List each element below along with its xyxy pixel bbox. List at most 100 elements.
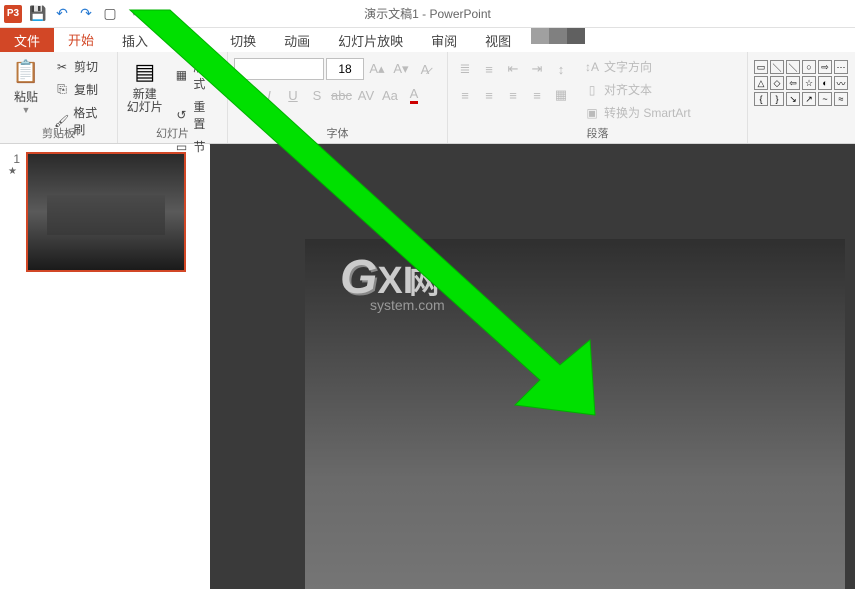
group-slides: ▤ 新建 幻灯片 ▦版式 ↺重置 ▭节▾ 幻灯片	[118, 52, 228, 143]
slide-thumbnails-panel[interactable]: 1 ★	[0, 144, 210, 589]
slide-canvas[interactable]	[305, 239, 845, 589]
smartart-label: 转换为 SmartArt	[604, 104, 691, 121]
shape-callout[interactable]: ◐	[818, 76, 832, 90]
shadow-button[interactable]: S	[306, 84, 328, 106]
smartart-button[interactable]: ▣转换为 SmartArt	[580, 102, 695, 123]
increase-indent-button[interactable]: ⇥	[526, 58, 548, 80]
align-text-icon: ▯	[584, 82, 600, 98]
line-spacing-button[interactable]: ↕	[550, 58, 572, 80]
justify-button[interactable]: ≡	[526, 84, 548, 106]
color-theme-swatches[interactable]	[531, 28, 585, 52]
shape-more[interactable]: ⋯	[834, 60, 848, 74]
tab-slideshow[interactable]: 幻灯片放映	[324, 28, 417, 52]
animation-star-icon: ★	[8, 166, 20, 177]
layout-button[interactable]: ▦版式	[170, 56, 221, 94]
bullets-button[interactable]: ≣	[454, 58, 476, 80]
shape-wave[interactable]: ~	[818, 92, 832, 106]
group-font: A▴ A▾ A̷ B I U S abc AV Aa A 字体	[228, 52, 448, 143]
change-case-button[interactable]: Aa	[379, 84, 401, 106]
group-clipboard-label: 剪贴板	[0, 125, 117, 141]
tab-file[interactable]: 文件	[0, 28, 54, 52]
tab-transition[interactable]: 切换	[216, 28, 270, 52]
clear-format-button[interactable]: A̷	[414, 58, 436, 80]
swatch-1[interactable]	[531, 28, 549, 44]
shape-line2[interactable]: ＼	[786, 60, 800, 74]
dropdown-icon: ▼	[22, 105, 31, 115]
scissors-icon: ✂	[54, 59, 70, 75]
reset-icon: ↺	[174, 107, 190, 123]
shape-oval[interactable]: ○	[802, 60, 816, 74]
copy-button[interactable]: ⎘复制	[50, 79, 111, 100]
shape-arrow2[interactable]: ⇦	[786, 76, 800, 90]
text-direction-icon: ↕A	[584, 59, 600, 75]
new-slide-button[interactable]: ▤ 新建 幻灯片	[124, 56, 166, 157]
shape-connector2[interactable]: ↗	[802, 92, 816, 106]
group-clipboard: 📋 粘贴 ▼ ✂剪切 ⎘复制 🖌格式刷 剪贴板	[0, 52, 118, 143]
shape-line[interactable]: ＼	[770, 60, 784, 74]
shape-brace[interactable]: {	[754, 92, 768, 106]
redo-button[interactable]: ↷	[74, 2, 98, 26]
shape-brace2[interactable]: }	[770, 92, 784, 106]
bold-button[interactable]: B	[234, 84, 256, 106]
shape-star[interactable]: ☆	[802, 76, 816, 90]
shape-tri[interactable]: △	[754, 76, 768, 90]
shape-diamond[interactable]: ◇	[770, 76, 784, 90]
group-font-label: 字体	[228, 125, 447, 141]
start-from-beginning-button[interactable]: ▢	[98, 2, 122, 26]
ribbon-tabs: 文件 开始 插入 设计 切换 动画 幻灯片放映 审阅 视图	[0, 28, 855, 52]
text-direction-button[interactable]: ↕A文字方向	[580, 56, 695, 77]
thumbnail-item-1[interactable]: 1 ★	[8, 152, 202, 272]
increase-font-button[interactable]: A▴	[366, 58, 388, 80]
thumbnail-preview[interactable]	[26, 152, 186, 272]
decrease-font-button[interactable]: A▾	[390, 58, 412, 80]
layout-icon: ▦	[174, 67, 190, 83]
copy-icon: ⎘	[54, 82, 70, 98]
align-text-label: 对齐文本	[604, 81, 652, 98]
shape-connector[interactable]: ↘	[786, 92, 800, 106]
copy-label: 复制	[74, 81, 98, 98]
shapes-gallery[interactable]: ▭ ＼ ＼ ○ ⇨ ⋯ △ ◇ ⇦ ☆ ◐ 〰 { } ↘ ↗ ~ ≈	[754, 60, 848, 141]
undo-button[interactable]: ↶	[50, 2, 74, 26]
align-center-button[interactable]: ≡	[478, 84, 500, 106]
strike-button[interactable]: abc	[330, 84, 353, 106]
save-button[interactable]: 💾	[26, 2, 50, 26]
thumbnail-placeholder	[47, 195, 166, 236]
tab-view[interactable]: 视图	[471, 28, 525, 52]
decrease-indent-button[interactable]: ⇤	[502, 58, 524, 80]
slide-canvas-area[interactable]	[210, 144, 855, 589]
tab-home[interactable]: 开始	[54, 28, 108, 52]
paste-label: 粘贴	[14, 88, 38, 105]
new-slide-icon: ▤	[131, 58, 159, 86]
align-right-button[interactable]: ≡	[502, 84, 524, 106]
clipboard-icon: 📋	[12, 58, 40, 86]
underline-button[interactable]: U	[282, 84, 304, 106]
layout-label: 版式	[193, 58, 217, 92]
swatch-2[interactable]	[549, 28, 567, 44]
align-left-button[interactable]: ≡	[454, 84, 476, 106]
font-size-combo[interactable]	[326, 58, 364, 80]
font-color-button[interactable]: A	[403, 84, 425, 106]
qat-customize-icon[interactable]: ▾	[122, 2, 146, 26]
new-slide-label: 新建 幻灯片	[127, 88, 163, 114]
tab-review[interactable]: 审阅	[417, 28, 471, 52]
align-text-button[interactable]: ▯对齐文本	[580, 79, 695, 100]
italic-button[interactable]: I	[258, 84, 280, 106]
shape-wave2[interactable]: ≈	[834, 92, 848, 106]
app-icon: P3	[4, 5, 22, 23]
shape-curve[interactable]: 〰	[834, 76, 848, 90]
shape-arrow[interactable]: ⇨	[818, 60, 832, 74]
char-spacing-button[interactable]: AV	[355, 84, 377, 106]
group-paragraph-label: 段落	[448, 125, 747, 141]
ribbon: 📋 粘贴 ▼ ✂剪切 ⎘复制 🖌格式刷 剪贴板 ▤ 新建 幻灯片 ▦版式 ↺重置…	[0, 52, 855, 144]
smartart-icon: ▣	[584, 105, 600, 121]
shape-rect[interactable]: ▭	[754, 60, 768, 74]
numbering-button[interactable]: ≡	[478, 58, 500, 80]
text-direction-label: 文字方向	[604, 58, 652, 75]
tab-insert[interactable]: 插入	[108, 28, 162, 52]
columns-button[interactable]: ▦	[550, 84, 572, 106]
tab-design[interactable]: 设计	[162, 28, 216, 52]
font-family-combo[interactable]	[234, 58, 324, 80]
swatch-3[interactable]	[567, 28, 585, 44]
cut-button[interactable]: ✂剪切	[50, 56, 111, 77]
tab-animation[interactable]: 动画	[270, 28, 324, 52]
